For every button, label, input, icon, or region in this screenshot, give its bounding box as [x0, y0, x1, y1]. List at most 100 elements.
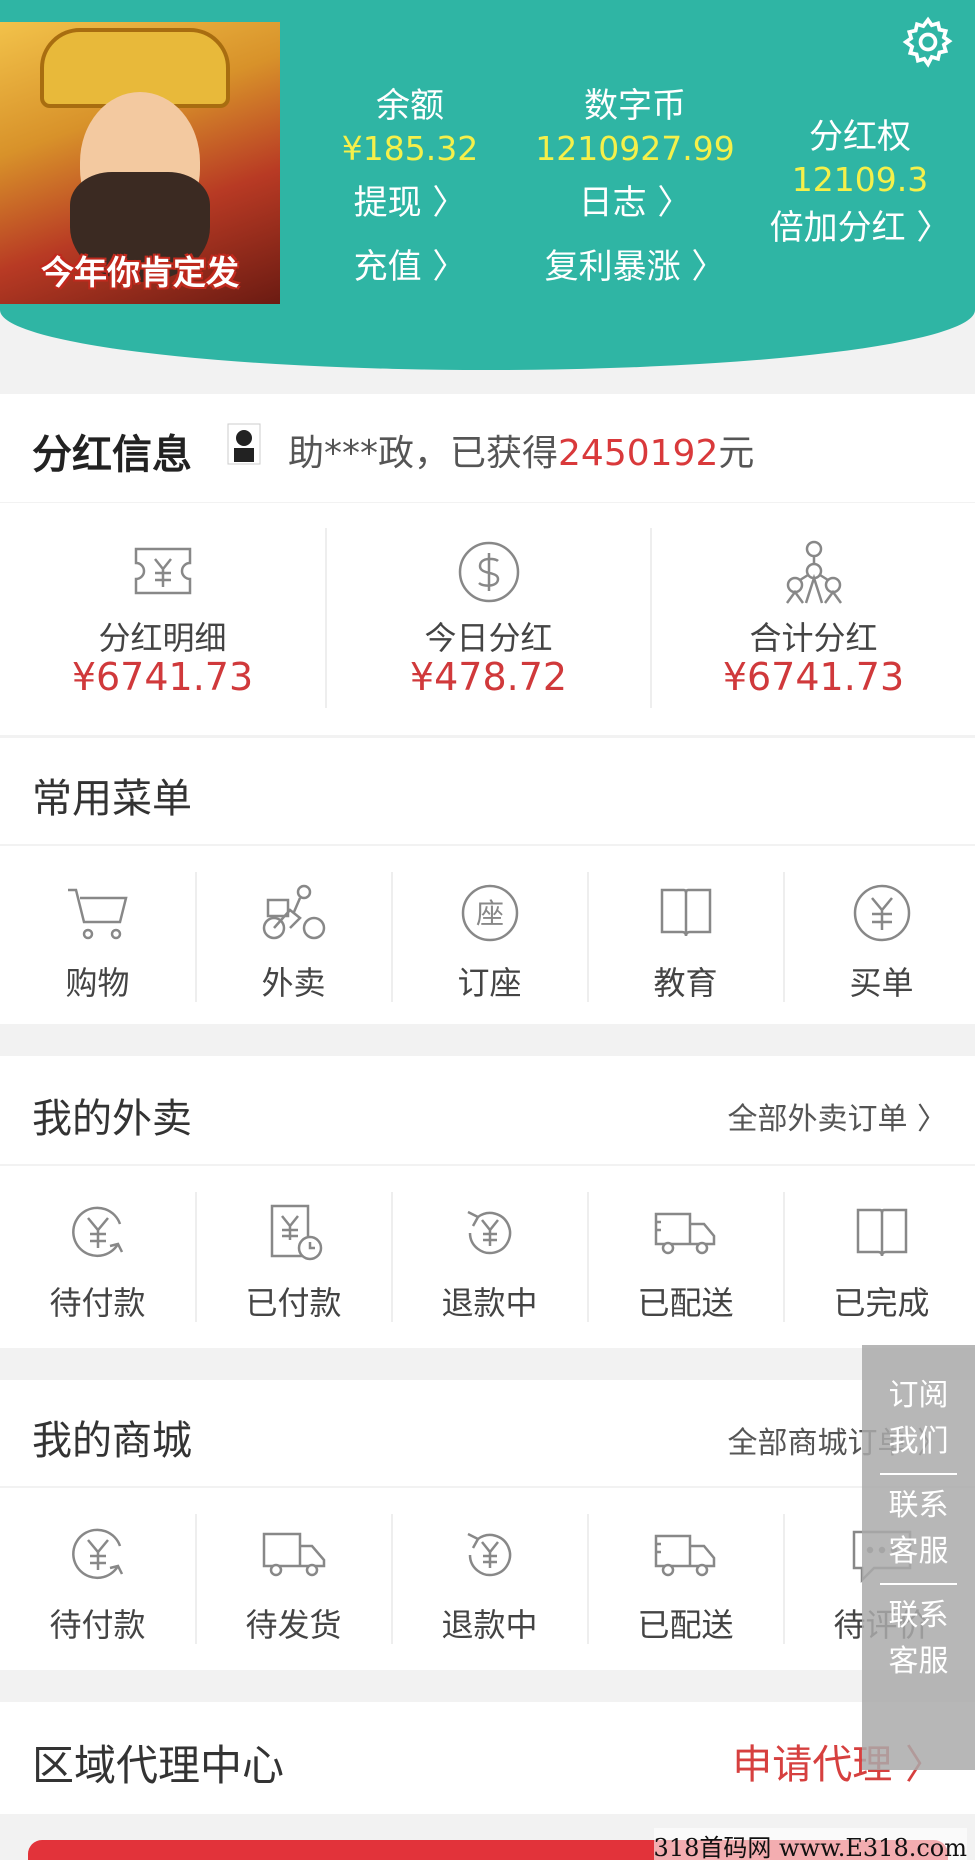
balance-label: 余额	[376, 86, 444, 126]
mall-pending-payment[interactable]: 待付款	[0, 1488, 195, 1666]
dividend-info-header: 分红信息 助***政，已获得2450192元	[0, 394, 975, 502]
yen-refresh-icon	[72, 1206, 124, 1258]
coin-label: 数字币	[584, 86, 686, 126]
header-banner: 今年你肯定发 余额 ¥185.32 提现 〉 充值 〉 数字币 1210927.…	[0, 0, 975, 370]
common-menu-title: 常用菜单	[32, 776, 192, 822]
yen-ticket-icon	[134, 547, 192, 595]
divider	[880, 1583, 957, 1585]
my-takeout-header: 我的外卖 全部外卖订单 〉	[0, 1056, 975, 1164]
coin-value: 1210927.99	[535, 129, 735, 168]
menu-pay-bill[interactable]: 买单	[784, 846, 975, 1024]
dividend-right-value: 12109.3	[791, 160, 929, 199]
contact-service-button-2[interactable]: 联系 客服	[862, 1593, 975, 1685]
withdraw-link[interactable]: 提现 〉	[330, 180, 490, 226]
service-label-3: 联系	[888, 1598, 949, 1633]
truck-icon	[262, 1532, 326, 1577]
menu-takeout[interactable]: 外卖	[196, 846, 391, 1024]
ticker-user-icon	[227, 423, 261, 465]
floating-side-panel: 订阅 我们 联系 客服 联系 客服	[862, 1345, 975, 1770]
dividend-ticker: 助***政，已获得2450192元	[288, 424, 754, 476]
mall-pending-payment-label: 待付款	[49, 1606, 146, 1644]
total-dividend-card[interactable]: 合计分红 ¥6741.73	[651, 503, 975, 735]
all-takeout-orders-link[interactable]: 全部外卖订单 〉	[727, 1094, 947, 1138]
yen-circle-icon	[853, 884, 911, 942]
contact-service-button[interactable]: 联系 客服	[862, 1483, 975, 1575]
book-icon	[856, 1208, 908, 1257]
takeout-refunding-label: 退款中	[441, 1284, 538, 1322]
dividend-detail-label: 分红明细	[98, 619, 227, 657]
dollar-circle-icon	[458, 541, 520, 603]
delivery-bike-icon	[262, 884, 326, 940]
yen-refresh-icon	[72, 1528, 124, 1580]
svg-text:座: 座	[476, 897, 504, 930]
total-dividend-label: 合计分红	[749, 619, 878, 657]
mall-pending-shipment[interactable]: 待发货	[196, 1488, 391, 1666]
menu-education-label: 教育	[653, 964, 718, 1002]
dividend-detail-card[interactable]: 分红明细 ¥6741.73	[0, 503, 325, 735]
service-label-1: 联系	[888, 1488, 949, 1523]
log-link[interactable]: 日志 〉	[520, 180, 750, 226]
seat-icon: 座	[461, 884, 519, 942]
takeout-paid[interactable]: 已付款	[196, 1166, 391, 1344]
mall-pending-shipment-label: 待发货	[245, 1606, 342, 1644]
mall-delivered[interactable]: 已配送	[588, 1488, 783, 1666]
refund-icon	[467, 1532, 512, 1577]
takeout-delivered-label: 已配送	[637, 1284, 734, 1322]
service-label-2: 客服	[888, 1534, 949, 1569]
subscribe-label-1: 订阅	[888, 1378, 949, 1413]
takeout-completed-label: 已完成	[833, 1284, 930, 1322]
compound-link[interactable]: 复利暴涨 〉	[520, 244, 750, 290]
menu-pay-bill-label: 买单	[849, 964, 914, 1002]
today-dividend-label: 今日分红	[424, 619, 553, 657]
yen-clock-icon	[270, 1204, 323, 1261]
dividend-right-column: 分红权 12109.3 倍加分红 〉	[760, 115, 960, 251]
common-menu-row: 购物 外卖 座 订座 教育 买单	[0, 846, 975, 1024]
coin-column: 数字币 1210927.99 日志 〉 复利暴涨 〉	[520, 84, 750, 290]
fast-truck-icon	[654, 1534, 716, 1577]
mall-refunding[interactable]: 退款中	[392, 1488, 587, 1666]
takeout-completed[interactable]: 已完成	[784, 1166, 975, 1344]
takeout-status-row: 待付款 已付款 退款中 已配送 已完成	[0, 1166, 975, 1348]
double-dividend-link[interactable]: 倍加分红 〉	[760, 205, 960, 251]
service-label-4: 客服	[888, 1644, 949, 1679]
mall-refunding-label: 退款中	[441, 1606, 538, 1644]
menu-reserve-seat[interactable]: 座 订座	[392, 846, 587, 1024]
cart-icon	[68, 888, 128, 940]
total-dividend-value: ¥6741.73	[722, 655, 905, 699]
ticker-suffix: 元	[718, 433, 755, 474]
regional-agency-title: 区域代理中心	[32, 1741, 285, 1790]
menu-shopping[interactable]: 购物	[0, 846, 195, 1024]
menu-education[interactable]: 教育	[588, 846, 783, 1024]
regional-agency-section: 区域代理中心 申请代理 〉	[0, 1702, 975, 1814]
subscribe-label-2: 我们	[888, 1424, 949, 1459]
takeout-pending-payment[interactable]: 待付款	[0, 1166, 195, 1344]
takeout-pending-payment-label: 待付款	[49, 1284, 146, 1322]
menu-reserve-seat-label: 订座	[457, 964, 522, 1002]
truck-icon	[654, 1212, 716, 1255]
user-avatar[interactable]: 今年你肯定发	[0, 22, 280, 304]
common-menu-header: 常用菜单	[0, 738, 975, 844]
refund-icon	[467, 1210, 512, 1255]
today-dividend-value: ¥478.72	[409, 655, 568, 699]
balance-value: ¥185.32	[341, 129, 479, 168]
takeout-paid-label: 已付款	[245, 1284, 342, 1322]
dividend-right-label: 分红权	[809, 117, 911, 157]
menu-takeout-label: 外卖	[261, 964, 326, 1002]
dividend-info-title: 分红信息	[32, 432, 192, 478]
my-mall-title: 我的商城	[32, 1418, 192, 1464]
menu-shopping-label: 购物	[65, 964, 130, 1002]
watermark: 318首码网 www.E318.com	[653, 1828, 967, 1860]
avatar-caption: 今年你肯定发	[41, 253, 239, 292]
my-mall-header: 我的商城 全部商城订单 〉	[0, 1380, 975, 1486]
balance-column: 余额 ¥185.32 提现 〉 充值 〉	[330, 84, 490, 290]
mall-status-row: 待付款 待发货 退款中 已配送 待评价	[0, 1488, 975, 1670]
book-icon	[660, 888, 712, 937]
takeout-delivered[interactable]: 已配送	[588, 1166, 783, 1344]
recharge-link[interactable]: 充值 〉	[330, 244, 490, 290]
takeout-refunding[interactable]: 退款中	[392, 1166, 587, 1344]
today-dividend-card[interactable]: 今日分红 ¥478.72	[326, 503, 651, 735]
divider	[880, 1473, 957, 1475]
subscribe-button[interactable]: 订阅 我们	[862, 1345, 975, 1465]
settings-gear-icon[interactable]	[900, 14, 956, 70]
dividend-detail-value: ¥6741.73	[71, 655, 254, 699]
